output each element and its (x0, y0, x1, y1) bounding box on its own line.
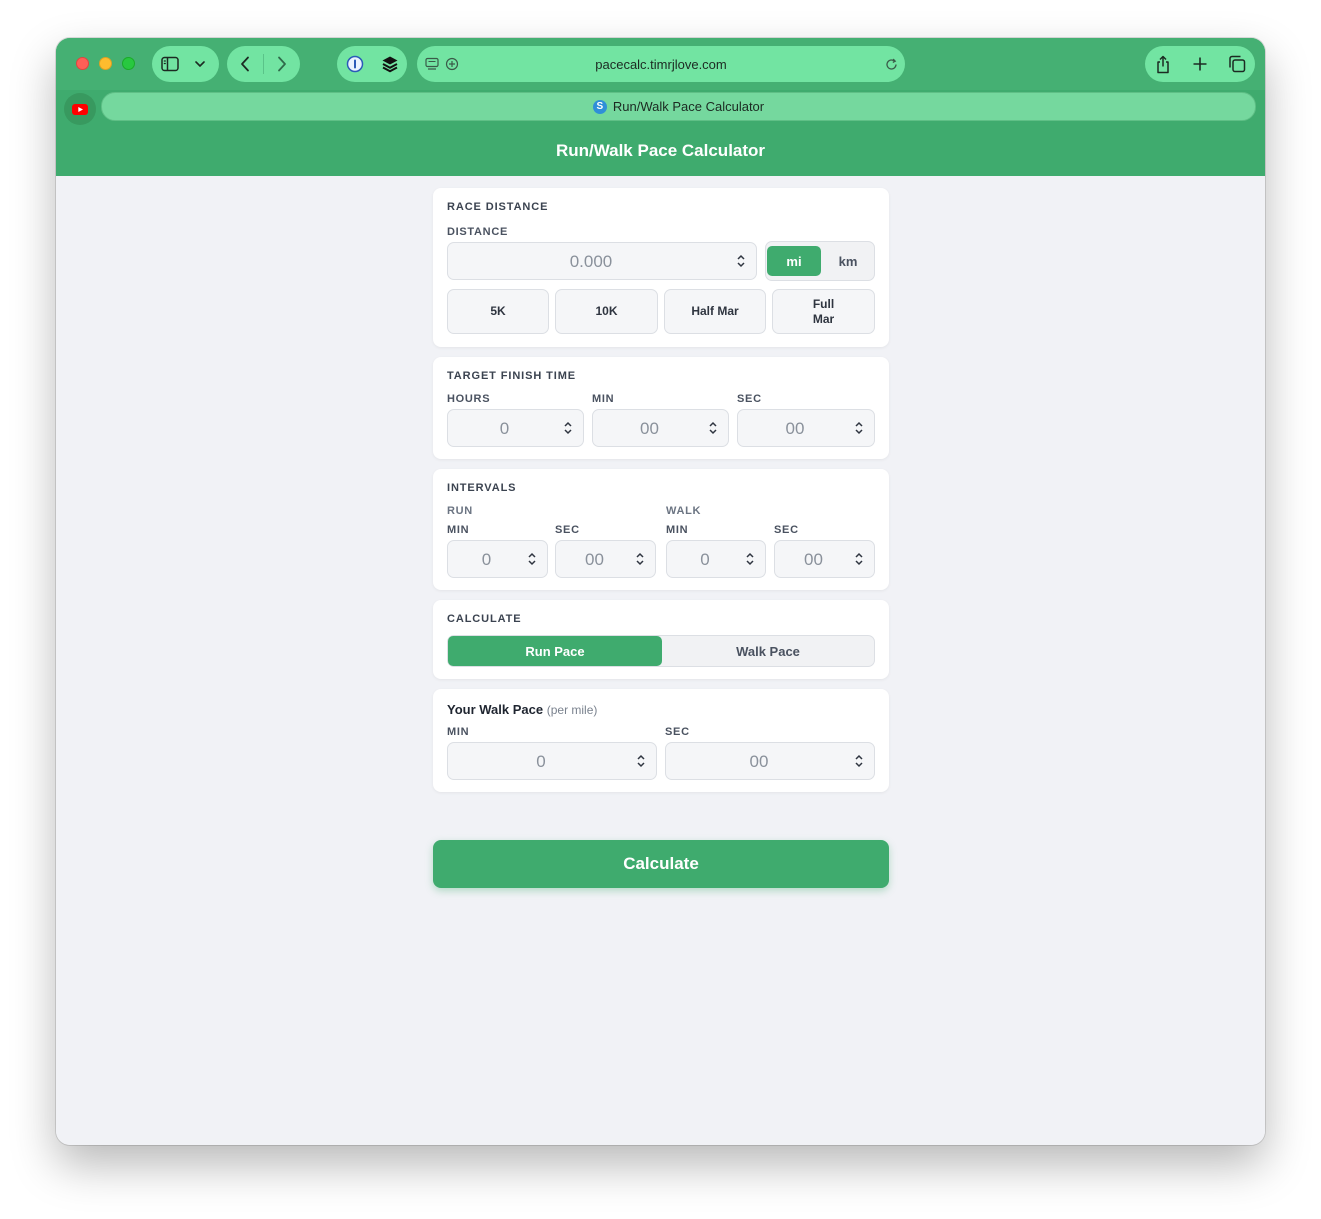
preset-half-marathon-button[interactable]: Half Mar (664, 289, 766, 334)
walk-pace-heading: Your Walk Pace (447, 702, 544, 717)
stepper-icon[interactable] (736, 253, 746, 269)
window-actions-group (1145, 46, 1255, 82)
walk-pace-card: Your Walk Pace (per mile) MIN SEC 0 00 (433, 689, 889, 792)
password-manager-icon[interactable] (337, 46, 372, 82)
address-url: pacecalc.timrjlove.com (595, 57, 727, 72)
stepper-icon[interactable] (708, 420, 718, 436)
stepper-icon[interactable] (527, 551, 537, 567)
preset-10k-button[interactable]: 10K (555, 289, 658, 334)
walk-pace-min-input[interactable]: 0 (447, 742, 657, 780)
history-nav-group (227, 46, 300, 82)
tab-bar: S Run/Walk Pace Calculator (56, 90, 1265, 125)
app-title: Run/Walk Pace Calculator (555, 141, 766, 160)
run-min-input[interactable]: 0 (447, 540, 548, 578)
target-min-label: MIN (592, 393, 615, 405)
target-min-input[interactable]: 00 (592, 409, 729, 447)
target-time-title: TARGET FINISH TIME (447, 370, 577, 382)
zoom-window-button[interactable] (122, 57, 135, 70)
preset-full-marathon-button[interactable]: Full Mar (772, 289, 875, 334)
hours-input[interactable]: 0 (447, 409, 584, 447)
hours-value: 0 (499, 419, 510, 438)
walk-pace-sec-value: 00 (749, 752, 769, 771)
page-content: RACE DISTANCE DISTANCE 0.000 mi km 5K 10… (56, 176, 1265, 1145)
walk-pace-sec-input[interactable]: 00 (665, 742, 875, 780)
back-arrow-icon[interactable] (227, 46, 263, 82)
distance-value: 0.000 (569, 252, 613, 271)
walk-min-input[interactable]: 0 (666, 540, 766, 578)
calculate-mode-toggle: Run Pace Walk Pace (447, 635, 875, 667)
target-sec-input[interactable]: 00 (737, 409, 875, 447)
walk-sec-value: 00 (804, 550, 823, 569)
minimize-window-button[interactable] (99, 57, 112, 70)
walk-min-value: 0 (700, 550, 710, 569)
sidebar-icon[interactable] (152, 46, 188, 82)
walk-pace-min-label: MIN (447, 726, 470, 738)
extensions-group (337, 46, 407, 82)
run-sec-value: 00 (585, 550, 604, 569)
run-sec-label: SEC (555, 524, 580, 536)
stepper-icon[interactable] (636, 753, 646, 769)
youtube-icon (72, 103, 88, 115)
sidebar-toggle-group (152, 46, 219, 82)
browser-toolbar: pacecalc.timrjlove.com (56, 38, 1265, 90)
new-tab-plus-icon[interactable] (1182, 46, 1218, 82)
forward-arrow-icon[interactable] (264, 46, 300, 82)
calculate-mode-title: CALCULATE (447, 613, 522, 625)
target-sec-value: 00 (785, 419, 805, 438)
walk-pace-option[interactable]: Walk Pace (662, 636, 874, 666)
run-sec-input[interactable]: 00 (555, 540, 656, 578)
calculate-button[interactable]: Calculate (433, 840, 889, 888)
target-min-value: 00 (640, 419, 659, 438)
walk-label: WALK (666, 505, 702, 517)
run-pace-option[interactable]: Run Pace (448, 636, 662, 666)
close-window-button[interactable] (76, 57, 89, 70)
walk-sec-input[interactable]: 00 (774, 540, 875, 578)
share-icon[interactable] (1145, 46, 1181, 82)
unit-km-button[interactable]: km (822, 246, 874, 276)
walk-pace-sec-label: SEC (665, 726, 690, 738)
tab-favicon-icon: S (592, 99, 607, 114)
unit-toggle: mi km (765, 241, 875, 281)
run-min-value: 0 (481, 550, 492, 569)
stepper-icon[interactable] (854, 551, 864, 567)
stepper-icon[interactable] (635, 551, 645, 567)
intervals-card: INTERVALS RUN WALK MIN SEC MIN SEC 0 00 … (433, 469, 889, 590)
race-distance-card: RACE DISTANCE DISTANCE 0.000 mi km 5K 10… (433, 188, 889, 347)
calculate-mode-card: CALCULATE Run Pace Walk Pace (433, 600, 889, 679)
intervals-title: INTERVALS (447, 482, 517, 494)
target-time-card: TARGET FINISH TIME HOURS MIN SEC 0 00 00 (433, 357, 889, 459)
chevron-down-icon[interactable] (188, 46, 212, 82)
stepper-icon[interactable] (854, 753, 864, 769)
walk-pace-title: Your Walk Pace (per mile) (447, 702, 597, 717)
reload-icon[interactable] (879, 46, 903, 82)
tab-title: Run/Walk Pace Calculator (612, 99, 765, 114)
distance-input[interactable]: 0.000 (447, 242, 757, 280)
walk-sec-label: SEC (774, 524, 799, 536)
distance-label: DISTANCE (447, 226, 509, 238)
walk-pace-min-value: 0 (536, 752, 546, 771)
walk-min-label: MIN (666, 524, 689, 536)
hours-label: HOURS (447, 393, 491, 405)
browser-chrome: pacecalc.timrjlove.com S Run/Walk Pace C… (56, 38, 1265, 176)
pinned-tab-youtube[interactable] (64, 93, 96, 125)
race-distance-title: RACE DISTANCE (447, 201, 549, 213)
tab-overview-icon[interactable] (1219, 46, 1255, 82)
walk-pace-unit-note: (per mile) (546, 703, 598, 717)
address-bar[interactable]: pacecalc.timrjlove.com (417, 46, 905, 82)
stepper-icon[interactable] (854, 420, 864, 436)
browser-window: pacecalc.timrjlove.com S Run/Walk Pace C… (56, 38, 1265, 1145)
preset-5k-button[interactable]: 5K (447, 289, 549, 334)
target-sec-label: SEC (737, 393, 762, 405)
stepper-icon[interactable] (745, 551, 755, 567)
active-tab[interactable]: S Run/Walk Pace Calculator (101, 92, 1256, 121)
unit-mi-button[interactable]: mi (767, 246, 821, 276)
run-min-label: MIN (447, 524, 470, 536)
layers-extension-icon[interactable] (372, 46, 407, 82)
run-label: RUN (447, 505, 473, 517)
stepper-icon[interactable] (563, 420, 573, 436)
